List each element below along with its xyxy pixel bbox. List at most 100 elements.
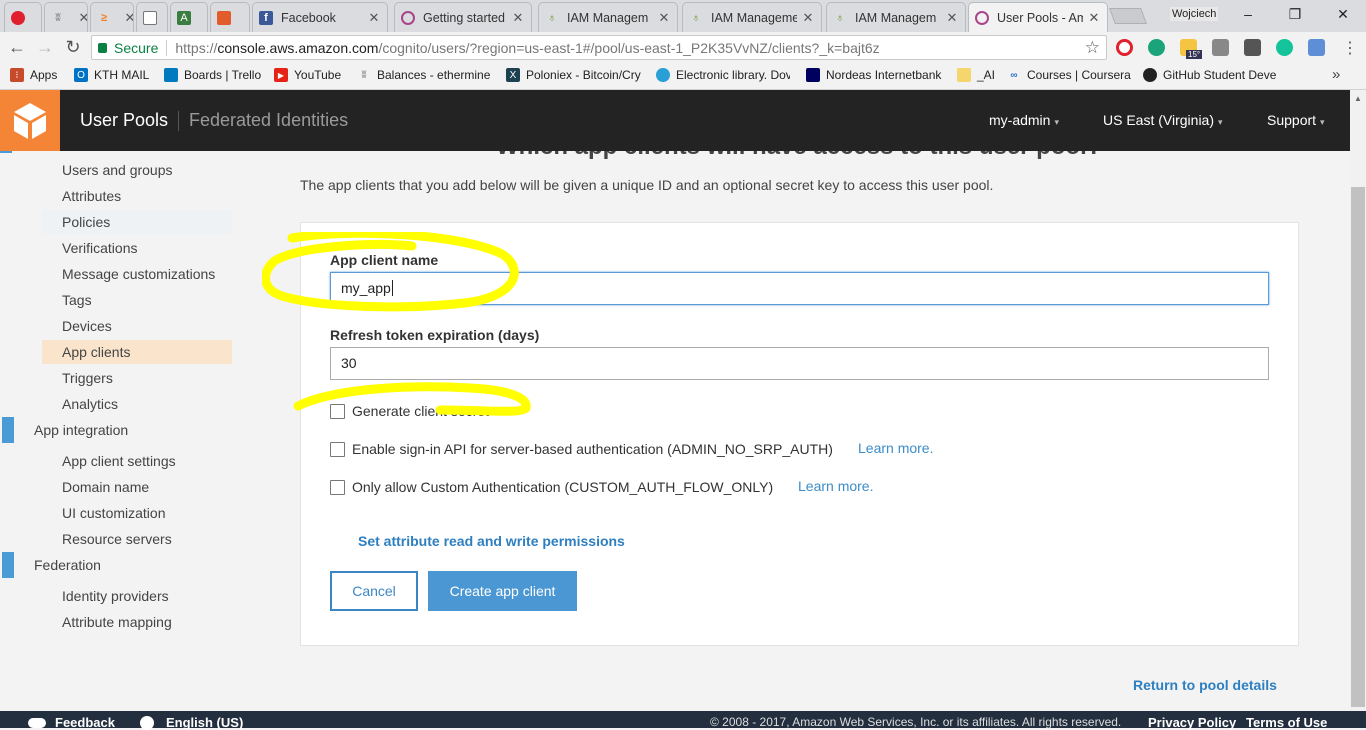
tab-balances[interactable]: ʬ ✕ xyxy=(44,2,88,32)
region-menu[interactable]: US East (Virginia) ▾ xyxy=(1103,112,1223,128)
close-icon[interactable]: ✕ xyxy=(801,10,815,26)
client-name-input[interactable]: my_app xyxy=(330,272,1269,305)
sidebar-item-domain-name[interactable]: Domain name xyxy=(42,475,232,499)
learn-more-link[interactable]: Learn more. xyxy=(798,478,873,494)
sidebar-item-message-customizations[interactable]: Message customizations xyxy=(42,262,232,286)
vertical-scrollbar[interactable]: ▲ xyxy=(1350,90,1366,711)
close-icon[interactable]: ✕ xyxy=(1087,10,1101,26)
federated-identities-link[interactable]: Federated Identities xyxy=(189,110,348,131)
learn-more-link[interactable]: Learn more. xyxy=(858,440,933,456)
cancel-button[interactable]: Cancel xyxy=(330,571,418,611)
bookmark-coursera[interactable]: ∞ Courses | Coursera xyxy=(1007,68,1133,82)
tab-android[interactable]: A xyxy=(170,2,208,32)
bookmark-poloniex[interactable]: X Poloniex - Bitcoin/Cry xyxy=(506,68,642,82)
scrollbar-thumb[interactable] xyxy=(1351,187,1365,707)
grammarly-icon[interactable] xyxy=(1276,39,1293,56)
tab-user-pools[interactable]: User Pools - Am ✕ xyxy=(968,2,1108,32)
minimize-icon[interactable]: – xyxy=(1233,4,1263,24)
close-icon[interactable]: ✕ xyxy=(945,10,959,26)
maximize-icon[interactable]: ❐ xyxy=(1280,4,1310,24)
sidebar-group-federation[interactable]: Federation xyxy=(0,552,230,578)
sidebar-item-ui-customization[interactable]: UI customization xyxy=(42,501,232,525)
sidebar-item-verifications[interactable]: Verifications xyxy=(42,236,232,260)
opera-icon xyxy=(11,10,25,25)
chevron-down-icon: ▾ xyxy=(1218,117,1223,127)
sidebar-item-attributes[interactable]: Attributes xyxy=(42,184,232,208)
screen-extension-icon[interactable] xyxy=(1308,39,1325,56)
return-to-pool-link[interactable]: Return to pool details xyxy=(1133,677,1277,693)
scroll-up-icon[interactable]: ▲ xyxy=(1354,94,1362,103)
user-pools-title[interactable]: User Pools xyxy=(80,110,168,131)
tab-facebook[interactable]: f Facebook ✕ xyxy=(252,2,388,32)
bookmark-github[interactable]: GitHub Student Deve xyxy=(1143,68,1281,82)
sidebar-item-resource-servers[interactable]: Resource servers xyxy=(42,527,232,551)
sidebar-item-tags[interactable]: Tags xyxy=(42,288,232,312)
close-icon[interactable]: ✕ xyxy=(77,10,87,26)
opera-extension-icon[interactable] xyxy=(1116,39,1133,56)
bookmark-library[interactable]: Electronic library. Dov xyxy=(656,68,790,82)
youtube-icon: ▶ xyxy=(274,68,288,82)
custom-auth-row[interactable]: Only allow Custom Authentication (CUSTOM… xyxy=(330,479,773,495)
bookmark-apps[interactable]: ⁝ Apps xyxy=(10,68,70,82)
sidebar-item-users-and-groups[interactable]: Users and groups xyxy=(42,158,232,182)
tab-page[interactable] xyxy=(136,2,168,32)
reload-icon[interactable]: ↻ xyxy=(62,37,84,59)
profile-name[interactable]: Wojciech xyxy=(1170,7,1219,21)
bookmark-youtube[interactable]: ▶ YouTube xyxy=(274,68,348,82)
sidebar-item-identity-providers[interactable]: Identity providers xyxy=(42,584,232,608)
menu-icon[interactable]: ⋮ xyxy=(1342,38,1358,58)
tab-iam-1[interactable]: ♁ IAM Managem ✕ xyxy=(538,2,678,32)
refresh-token-input[interactable]: 30 xyxy=(330,347,1269,380)
url-text[interactable]: https://console.aws.amazon.com/cognito/u… xyxy=(175,40,879,56)
box-extension-icon[interactable] xyxy=(1244,39,1261,56)
sidebar-item-policies[interactable]: Policies xyxy=(42,210,232,234)
sidebar-item-label: Devices xyxy=(62,318,112,334)
signin-api-row[interactable]: Enable sign-in API for server-based auth… xyxy=(330,441,833,457)
bookmark-kth-mail[interactable]: O KTH MAIL xyxy=(74,68,158,82)
forward-icon[interactable]: → xyxy=(34,37,56,59)
sidebar-item-analytics[interactable]: Analytics xyxy=(42,392,232,416)
support-menu[interactable]: Support ▾ xyxy=(1267,112,1325,128)
more-bookmarks-icon[interactable]: » xyxy=(1332,66,1340,83)
new-tab-button[interactable] xyxy=(1109,8,1147,24)
signin-api-checkbox[interactable] xyxy=(330,441,345,457)
region-label: US East (Virginia) xyxy=(1103,112,1215,128)
account-menu[interactable]: my-admin ▾ xyxy=(989,112,1059,128)
tab-getting-started[interactable]: Getting started ✕ xyxy=(394,2,532,32)
close-icon[interactable]: ✕ xyxy=(511,10,525,26)
sidebar-item-attribute-mapping[interactable]: Attribute mapping xyxy=(42,610,232,634)
close-icon[interactable]: ✕ xyxy=(123,10,133,26)
generate-secret-checkbox[interactable] xyxy=(330,403,345,419)
tab-office[interactable] xyxy=(210,2,250,32)
attribute-permissions-link[interactable]: Set attribute read and write permissions xyxy=(358,533,625,549)
sidebar-item-devices[interactable]: Devices xyxy=(42,314,232,338)
close-icon[interactable]: ✕ xyxy=(367,10,381,26)
bookmark-label: Nordeas Internetbank xyxy=(826,68,942,82)
tab-iam-2[interactable]: ♁ IAM Manageme ✕ xyxy=(682,2,822,32)
tab-iam-3[interactable]: ♁ IAM Managem ✕ xyxy=(826,2,966,32)
sidebar-item-app-client-settings[interactable]: App client settings xyxy=(42,449,232,473)
chat-extension-icon[interactable] xyxy=(1148,39,1165,56)
back-icon[interactable]: ← xyxy=(6,37,28,59)
sidebar-item-app-clients[interactable]: App clients xyxy=(42,340,232,364)
create-app-client-button[interactable]: Create app client xyxy=(428,571,577,611)
custom-auth-checkbox[interactable] xyxy=(330,479,345,495)
tab-stackoverflow[interactable]: ≥ ✕ xyxy=(90,2,134,32)
bookmark-trello[interactable]: Boards | Trello xyxy=(164,68,264,82)
sidebar-group-app-integration[interactable]: App integration xyxy=(0,417,230,443)
globe-icon xyxy=(140,715,154,730)
sidebar-item-triggers[interactable]: Triggers xyxy=(42,366,232,390)
bookmark-ai[interactable]: _AI xyxy=(957,68,997,82)
close-window-icon[interactable]: ✕ xyxy=(1328,4,1358,24)
aws-logo[interactable] xyxy=(0,90,60,151)
star-icon[interactable]: ☆ xyxy=(1085,38,1100,58)
generate-secret-row[interactable]: Generate client secret xyxy=(330,403,489,419)
close-icon[interactable]: ✕ xyxy=(657,10,671,26)
tab-opera[interactable] xyxy=(4,2,42,32)
print-extension-icon[interactable] xyxy=(1212,39,1229,56)
address-bar[interactable]: Secure https://console.aws.amazon.com/co… xyxy=(91,35,1107,60)
bookmark-nordea[interactable]: Nordeas Internetbank xyxy=(806,68,944,82)
secure-indicator[interactable]: Secure xyxy=(98,40,158,56)
custom-auth-label: Only allow Custom Authentication (CUSTOM… xyxy=(352,479,774,495)
bookmark-ethermine[interactable]: ʬ Balances - ethermine xyxy=(357,68,491,82)
